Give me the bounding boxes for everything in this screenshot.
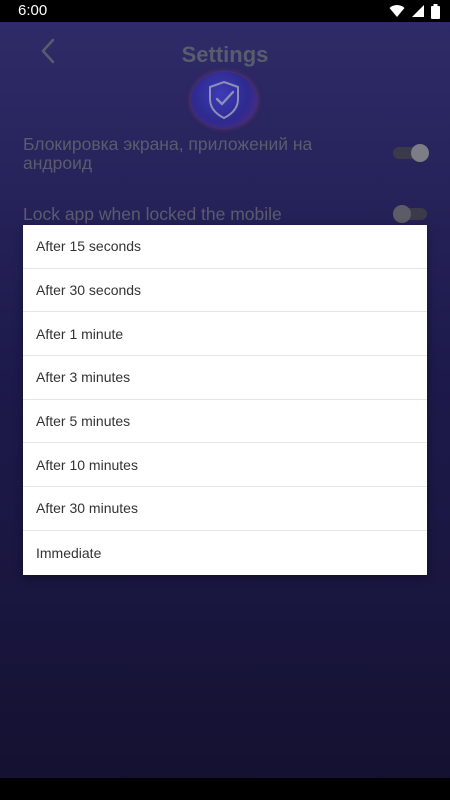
status-icons: [389, 3, 440, 19]
toggle-knob: [393, 205, 411, 223]
lock-screen-toggle[interactable]: [393, 144, 429, 162]
navigation-bar: [0, 778, 450, 800]
signal-icon: [412, 5, 424, 17]
lock-app-toggle[interactable]: [393, 205, 427, 223]
toggle-knob: [411, 144, 429, 162]
app-screen: 6:00 Settings Блокировка экрана, приложе…: [0, 0, 450, 800]
option-immediate[interactable]: Immediate: [23, 531, 427, 575]
option-after-30-minutes[interactable]: After 30 minutes: [23, 487, 427, 531]
status-time: 6:00: [18, 2, 48, 19]
option-after-3-minutes[interactable]: After 3 minutes: [23, 356, 427, 400]
lock-app-setting-label: Lock app when locked the mobile: [23, 204, 282, 224]
lock-delay-dialog: After 15 seconds After 30 seconds After …: [23, 225, 427, 575]
page-title: Settings: [181, 42, 269, 67]
option-after-30-seconds[interactable]: After 30 seconds: [23, 269, 427, 313]
status-bar: 6:00: [0, 0, 450, 22]
battery-icon: [431, 3, 440, 19]
wifi-icon: [389, 5, 405, 18]
option-after-1-minute[interactable]: After 1 minute: [23, 312, 427, 357]
shield-check-icon: [209, 80, 239, 120]
option-after-10-minutes[interactable]: After 10 minutes: [23, 443, 427, 488]
shield-badge: [191, 72, 257, 128]
lock-screen-setting-label: Блокировка экрана, приложений на андроид: [23, 134, 313, 173]
option-after-5-minutes[interactable]: After 5 minutes: [23, 400, 427, 444]
option-after-15-seconds[interactable]: After 15 seconds: [23, 225, 427, 269]
